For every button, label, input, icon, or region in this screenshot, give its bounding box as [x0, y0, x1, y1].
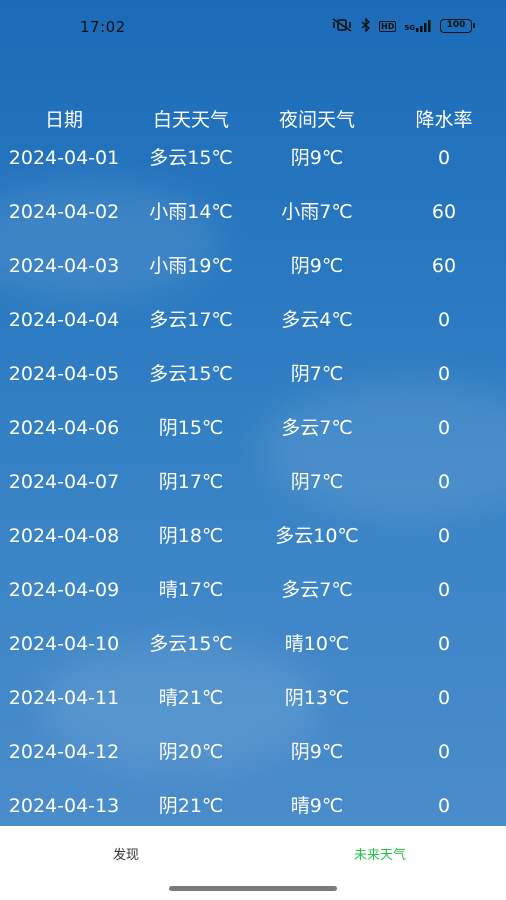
status-time: 17:02: [80, 18, 126, 36]
table-header: 日期 白天天气 夜间天气 降水率: [0, 104, 506, 142]
table-row: 2024-04-06 阴15℃ 多云7℃ 0: [0, 412, 506, 466]
table-row: 2024-04-09 晴17℃ 多云7℃ 0: [0, 574, 506, 628]
row-day-weather: 阴18℃: [158, 525, 224, 547]
row-date: 2024-04-11: [8, 687, 120, 709]
row-night-weather: 阴9℃: [290, 147, 344, 169]
header-day-weather: 白天天气: [152, 109, 229, 131]
row-date: 2024-04-01: [8, 147, 120, 169]
weather-screen: 17:02 HD 5G 100 日期 白天天气 夜间天气 降水率 2024-04…: [0, 0, 506, 826]
row-date: 2024-04-03: [8, 255, 120, 277]
table-body: 2024-04-01 多云15℃ 阴9℃ 0 2024-04-02 小雨14℃ 小雨7℃ 60…: [0, 142, 506, 826]
row-night-weather: 阴13℃: [284, 687, 350, 709]
table-row: 2024-04-02 小雨14℃ 小雨7℃ 60: [0, 196, 506, 250]
row-date: 2024-04-10: [8, 633, 120, 655]
row-date: 2024-04-09: [8, 579, 120, 601]
nav-tab-discover[interactable]: 发现: [66, 844, 186, 863]
table-row: 2024-04-10 多云15℃ 晴10℃ 0: [0, 628, 506, 682]
row-date: 2024-04-07: [8, 471, 120, 493]
row-date: 2024-04-06: [8, 417, 120, 439]
signal-5g-icon: 5G: [404, 20, 432, 32]
row-precipitation: 0: [437, 471, 451, 493]
row-day-weather: 小雨14℃: [149, 201, 233, 223]
row-day-weather: 晴17℃: [158, 579, 224, 601]
row-night-weather: 小雨7℃: [281, 201, 353, 223]
table-row: 2024-04-01 多云15℃ 阴9℃ 0: [0, 142, 506, 196]
row-day-weather: 多云15℃: [149, 363, 233, 385]
row-precipitation: 0: [437, 417, 451, 439]
header-precipitation: 降水率: [415, 109, 473, 131]
table-row: 2024-04-04 多云17℃ 多云4℃ 0: [0, 304, 506, 358]
row-precipitation: 0: [437, 309, 451, 331]
row-night-weather: 多云7℃: [281, 417, 353, 439]
row-precipitation: 0: [437, 633, 451, 655]
status-bar: 17:02 HD 5G 100: [0, 0, 506, 52]
row-night-weather: 阴9℃: [290, 741, 344, 763]
table-row: 2024-04-05 多云15℃ 阴7℃ 0: [0, 358, 506, 412]
row-date: 2024-04-04: [8, 309, 120, 331]
mute-vibrate-icon: [331, 18, 353, 34]
row-night-weather: 晴9℃: [290, 795, 344, 817]
row-night-weather: 多云7℃: [281, 579, 353, 601]
row-precipitation: 0: [437, 795, 451, 817]
weather-forecast-table: 日期 白天天气 夜间天气 降水率 2024-04-01 多云15℃ 阴9℃ 0 2024…: [0, 104, 506, 826]
table-row: 2024-04-12 阴20℃ 阴9℃ 0: [0, 736, 506, 790]
table-row: 2024-04-13 阴21℃ 晴9℃ 0: [0, 790, 506, 826]
row-day-weather: 多云15℃: [149, 147, 233, 169]
row-date: 2024-04-13: [8, 795, 120, 817]
table-row: 2024-04-11 晴21℃ 阴13℃ 0: [0, 682, 506, 736]
row-night-weather: 阴9℃: [290, 255, 344, 277]
row-day-weather: 多云17℃: [149, 309, 233, 331]
battery-icon: 100: [440, 19, 475, 33]
row-night-weather: 阴7℃: [290, 363, 344, 385]
row-date: 2024-04-08: [8, 525, 120, 547]
row-day-weather: 阴21℃: [158, 795, 224, 817]
row-precipitation: 0: [437, 687, 451, 709]
bottom-nav: 发现 未来天气: [0, 826, 506, 900]
header-date: 日期: [44, 109, 83, 131]
row-date: 2024-04-12: [8, 741, 120, 763]
row-night-weather: 阴7℃: [290, 471, 344, 493]
status-icons: HD 5G 100: [331, 16, 475, 36]
row-day-weather: 阴20℃: [158, 741, 224, 763]
row-precipitation: 0: [437, 525, 451, 547]
nav-tab-future-weather[interactable]: 未来天气: [320, 844, 440, 863]
row-precipitation: 60: [431, 201, 457, 223]
row-day-weather: 多云15℃: [149, 633, 233, 655]
row-date: 2024-04-02: [8, 201, 120, 223]
row-day-weather: 晴21℃: [158, 687, 224, 709]
row-day-weather: 阴17℃: [158, 471, 224, 493]
row-precipitation: 60: [431, 255, 457, 277]
row-date: 2024-04-05: [8, 363, 120, 385]
home-indicator[interactable]: [169, 886, 337, 891]
row-precipitation: 0: [437, 741, 451, 763]
hd-icon: HD: [379, 20, 397, 32]
table-row: 2024-04-03 小雨19℃ 阴9℃ 60: [0, 250, 506, 304]
row-precipitation: 0: [437, 147, 451, 169]
row-night-weather: 多云10℃: [275, 525, 359, 547]
row-night-weather: 晴10℃: [284, 633, 350, 655]
row-precipitation: 0: [437, 363, 451, 385]
row-day-weather: 阴15℃: [158, 417, 224, 439]
table-row: 2024-04-07 阴17℃ 阴7℃ 0: [0, 466, 506, 520]
row-night-weather: 多云4℃: [281, 309, 353, 331]
row-day-weather: 小雨19℃: [149, 255, 233, 277]
row-precipitation: 0: [437, 579, 451, 601]
table-row: 2024-04-08 阴18℃ 多云10℃ 0: [0, 520, 506, 574]
bluetooth-icon: [361, 17, 371, 34]
header-night-weather: 夜间天气: [278, 109, 355, 131]
